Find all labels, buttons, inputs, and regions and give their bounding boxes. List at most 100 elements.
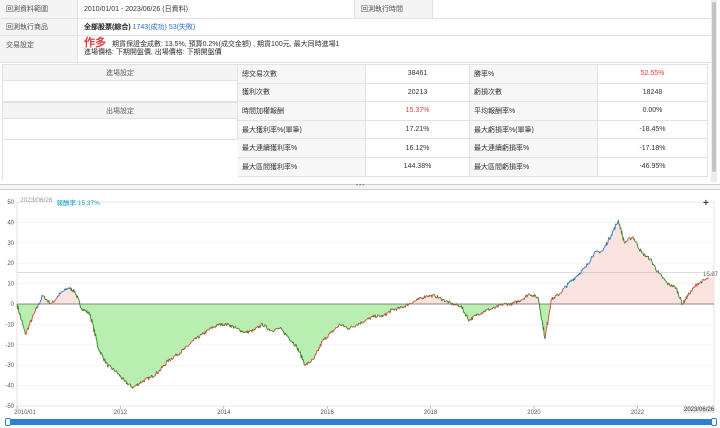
series-segment [355, 324, 357, 328]
entry-exit-settings: 進場設定 出場設定 [2, 64, 238, 180]
series-segment [362, 322, 364, 324]
fail-count-link[interactable]: 53(失敗) [169, 22, 195, 32]
series-segment [188, 343, 191, 346]
series-segment [407, 303, 410, 306]
crosshair-date-label: 2023/06/26 [683, 407, 716, 413]
series-segment [603, 247, 605, 249]
series-segment [31, 314, 34, 319]
series-segment [486, 308, 488, 311]
series-segment [369, 317, 372, 320]
series-segment [225, 322, 227, 326]
stats-row: 最大獲利率%(單筆) 17.21% 最大虧損率%(單筆) -18.45% [238, 120, 708, 140]
series-segment [599, 251, 601, 254]
time-range-navigator[interactable] [5, 418, 717, 426]
series-segment [292, 341, 295, 345]
series-segment [592, 255, 594, 258]
vertical-scrollbar[interactable] [711, 0, 717, 182]
series-segment [607, 239, 609, 244]
series-segment [327, 333, 330, 336]
y-tick-label: -10 [5, 322, 14, 328]
series-segment [184, 346, 186, 349]
series-segment [142, 380, 144, 382]
series-segment [242, 330, 244, 333]
series-segment [559, 292, 561, 295]
series-segment [34, 310, 36, 313]
series-segment [234, 326, 237, 329]
series-segment [393, 308, 396, 311]
series-segment [40, 299, 42, 301]
stat-value: 52.55% [598, 65, 708, 83]
x-tick-label: 2016 [320, 410, 334, 416]
series-segment [40, 295, 43, 300]
zoom-plus-icon[interactable]: + [703, 198, 709, 209]
range-value: 2010/01/01 - 2023/06/26 (日資料) [78, 0, 355, 18]
series-segment [665, 281, 668, 283]
series-segment [449, 300, 451, 303]
series-segment [580, 270, 582, 274]
y-tick-label: 0 [11, 302, 15, 308]
series-segment [637, 247, 640, 249]
series-segment [295, 343, 297, 345]
success-count-link[interactable]: 1743(成功) [133, 22, 167, 32]
series-segment [482, 311, 484, 314]
series-segment [113, 368, 115, 371]
series-segment [54, 299, 57, 301]
series-segment [275, 328, 277, 330]
series-segment [59, 292, 61, 295]
series-segment [596, 250, 599, 252]
series-segment [630, 237, 633, 240]
series-segment [387, 312, 389, 314]
series-segment [500, 304, 502, 306]
series-segment [109, 364, 111, 367]
series-segment [24, 330, 26, 335]
series-segment [305, 363, 307, 366]
series-segment [220, 324, 222, 326]
splitter-grip-icon[interactable]: ••• [356, 183, 365, 189]
series-segment [705, 278, 708, 280]
series-segment [180, 349, 183, 353]
stats-row: 最大連續獲利率% 16.12% 最大連續虧損率% -17.18% [238, 139, 708, 158]
series-segment [313, 355, 316, 360]
series-segment [21, 319, 23, 323]
chart-legend: 2023/06/26 報酬率:15.37% [20, 197, 100, 207]
series-segment [655, 269, 657, 272]
series-segment [337, 324, 340, 328]
series-segment [376, 316, 378, 318]
navigator-right-handle[interactable] [711, 418, 717, 426]
series-segment [631, 236, 633, 238]
y-tick-label: 20 [7, 261, 14, 267]
series-segment [438, 297, 440, 299]
series-segment [44, 296, 46, 300]
series-segment [329, 332, 331, 334]
series-segment [264, 324, 266, 326]
return-chart[interactable]: 50403020100-10-20-30-40-502010/01 2012 201… [0, 192, 720, 420]
series-segment [332, 330, 334, 333]
navigator-left-handle[interactable] [5, 418, 11, 426]
series-segment [165, 361, 167, 365]
series-segment [602, 247, 605, 250]
series-segment [593, 251, 596, 254]
series-segment [649, 258, 651, 261]
series-segment [663, 277, 665, 280]
series-segment [581, 268, 584, 271]
series-segment [638, 248, 640, 250]
panel-splitter[interactable]: ••• [0, 183, 720, 190]
series-segment [102, 356, 105, 361]
series-segment [238, 328, 240, 330]
stat-value: 15.37% [366, 102, 470, 120]
exit-settings-body [3, 119, 238, 140]
series-segment [450, 303, 453, 306]
stat-value: -18.45% [598, 120, 708, 139]
series-segment [415, 299, 417, 302]
series-segment [302, 359, 305, 362]
series-segment [287, 336, 290, 338]
vertical-scroll-thumb[interactable] [712, 2, 716, 172]
series-segment [654, 265, 656, 267]
series-segment [466, 317, 469, 320]
series-segment [404, 305, 407, 308]
series-segment [101, 353, 103, 356]
series-segment [611, 232, 613, 236]
series-segment [657, 270, 660, 274]
series-segment [244, 331, 247, 333]
series-segment [426, 295, 428, 297]
